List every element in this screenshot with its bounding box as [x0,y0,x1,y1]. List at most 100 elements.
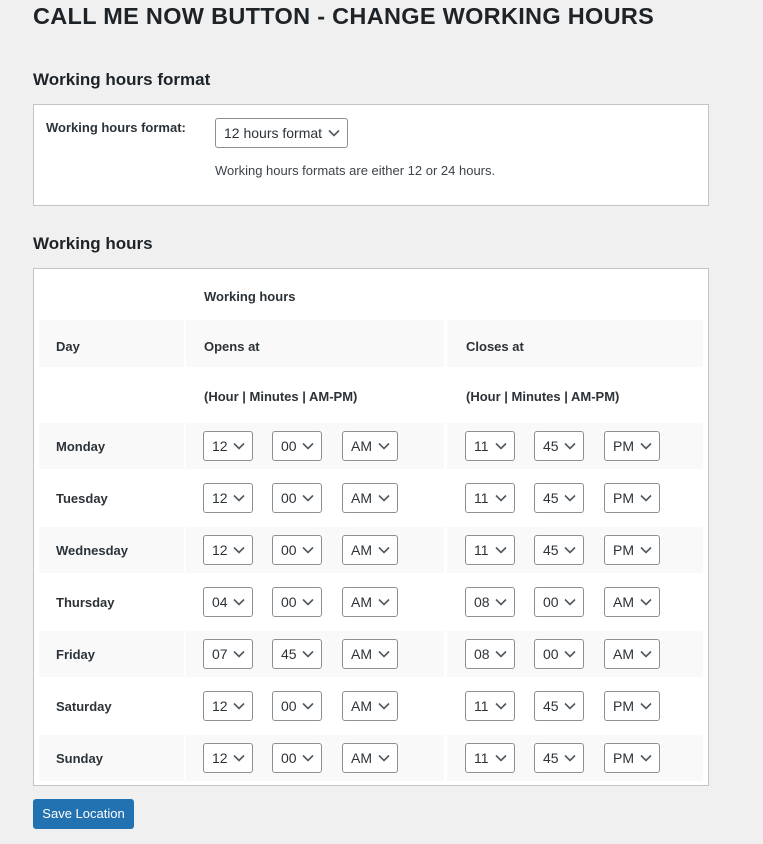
opens-minutes-select[interactable]: 00 [272,431,322,461]
select-value: 45 [543,542,559,558]
opens-hour-select[interactable]: 12 [203,743,253,773]
select-value: 00 [281,490,297,506]
chevron-down-icon [495,598,507,606]
chevron-down-icon [233,754,245,762]
format-description: Working hours formats are either 12 or 2… [215,163,496,178]
opens-ampm-select[interactable]: AM [342,431,398,461]
opens-hour-select[interactable]: 07 [203,639,253,669]
opens-minutes-select[interactable]: 45 [272,639,322,669]
chevron-down-icon [564,442,576,450]
closes-minutes-select[interactable]: 00 [534,587,584,617]
closes-minutes-select[interactable]: 45 [534,691,584,721]
chevron-down-icon [378,442,390,450]
chevron-down-icon [564,754,576,762]
closes-minutes-select[interactable]: 45 [534,483,584,513]
chevron-down-icon [302,650,314,658]
opens-hour-select[interactable]: 12 [203,535,253,565]
opens-ampm-select[interactable]: AM [342,587,398,617]
chevron-down-icon [378,598,390,606]
chevron-down-icon [378,546,390,554]
select-value: 07 [212,646,228,662]
chevron-down-icon [378,754,390,762]
opens-minutes-select[interactable]: 00 [272,483,322,513]
opens-ampm-select[interactable]: AM [342,535,398,565]
select-value: 11 [474,542,489,558]
header-opens-at: Opens at [204,339,260,354]
select-value: AM [351,698,372,714]
select-value: AM [351,438,372,454]
opens-ampm-select[interactable]: AM [342,743,398,773]
select-value: PM [613,750,634,766]
opens-ampm-select[interactable]: AM [342,691,398,721]
header-working-hours: Working hours [204,289,296,304]
closes-ampm-select[interactable]: PM [604,691,660,721]
save-location-button[interactable]: Save Location [33,799,134,829]
opens-hour-select[interactable]: 04 [203,587,253,617]
opens-minutes-select[interactable]: 00 [272,691,322,721]
closes-ampm-select[interactable]: AM [604,587,660,617]
closes-hour-select[interactable]: 11 [465,483,515,513]
subheader-closes-format: (Hour | Minutes | AM-PM) [466,389,620,404]
opens-hour-select[interactable]: 12 [203,483,253,513]
chevron-down-icon [233,598,245,606]
opens-minutes-select[interactable]: 00 [272,535,322,565]
chevron-down-icon [302,598,314,606]
format-select[interactable]: 12 hours format [215,118,348,148]
header-day: Day [56,339,80,354]
closes-ampm-select[interactable]: AM [604,639,660,669]
select-value: 12 [212,490,228,506]
select-value: 00 [281,750,297,766]
opens-ampm-select[interactable]: AM [342,483,398,513]
page-title: CALL ME NOW BUTTON - CHANGE WORKING HOUR… [33,3,655,29]
subheader-opens-format: (Hour | Minutes | AM-PM) [204,389,358,404]
closes-minutes-select[interactable]: 45 [534,743,584,773]
chevron-down-icon [495,546,507,554]
select-value: 12 [212,438,228,454]
closes-ampm-select[interactable]: PM [604,483,660,513]
chevron-down-icon [640,494,652,502]
select-value: AM [351,750,372,766]
select-value: AM [351,646,372,662]
select-value: 45 [281,646,297,662]
opens-ampm-select[interactable]: AM [342,639,398,669]
chevron-down-icon [302,546,314,554]
opens-hour-select[interactable]: 12 [203,431,253,461]
select-value: 12 [212,542,228,558]
chevron-down-icon [233,494,245,502]
chevron-down-icon [564,702,576,710]
closes-hour-select[interactable]: 08 [465,587,515,617]
select-value: 12 [212,750,228,766]
closes-ampm-select[interactable]: PM [604,535,660,565]
opens-minutes-select[interactable]: 00 [272,587,322,617]
select-value: 00 [281,594,297,610]
closes-hour-select[interactable]: 11 [465,431,515,461]
select-value: PM [613,490,634,506]
select-value: 11 [474,438,489,454]
chevron-down-icon [233,650,245,658]
select-value: AM [613,594,634,610]
chevron-down-icon [564,494,576,502]
format-panel: Working hours format: 12 hours format Wo… [33,104,709,206]
chevron-down-icon [302,702,314,710]
closes-minutes-select[interactable]: 45 [534,431,584,461]
chevron-down-icon [233,442,245,450]
opens-minutes-select[interactable]: 00 [272,743,322,773]
hours-table: Working hours Day Opens at Closes at (Ho… [33,268,709,786]
closes-ampm-select[interactable]: PM [604,743,660,773]
select-value: 00 [543,646,559,662]
chevron-down-icon [640,442,652,450]
day-label: Monday [56,439,106,454]
closes-ampm-select[interactable]: PM [604,431,660,461]
closes-minutes-select[interactable]: 45 [534,535,584,565]
day-label: Sunday [56,751,103,766]
opens-hour-select[interactable]: 12 [203,691,253,721]
select-value: 00 [543,594,559,610]
chevron-down-icon [640,650,652,658]
format-label: Working hours format: [46,120,186,135]
closes-minutes-select[interactable]: 00 [534,639,584,669]
closes-hour-select[interactable]: 11 [465,535,515,565]
closes-hour-select[interactable]: 08 [465,639,515,669]
closes-hour-select[interactable]: 11 [465,743,515,773]
closes-hour-select[interactable]: 11 [465,691,515,721]
day-label: Friday [56,647,96,662]
